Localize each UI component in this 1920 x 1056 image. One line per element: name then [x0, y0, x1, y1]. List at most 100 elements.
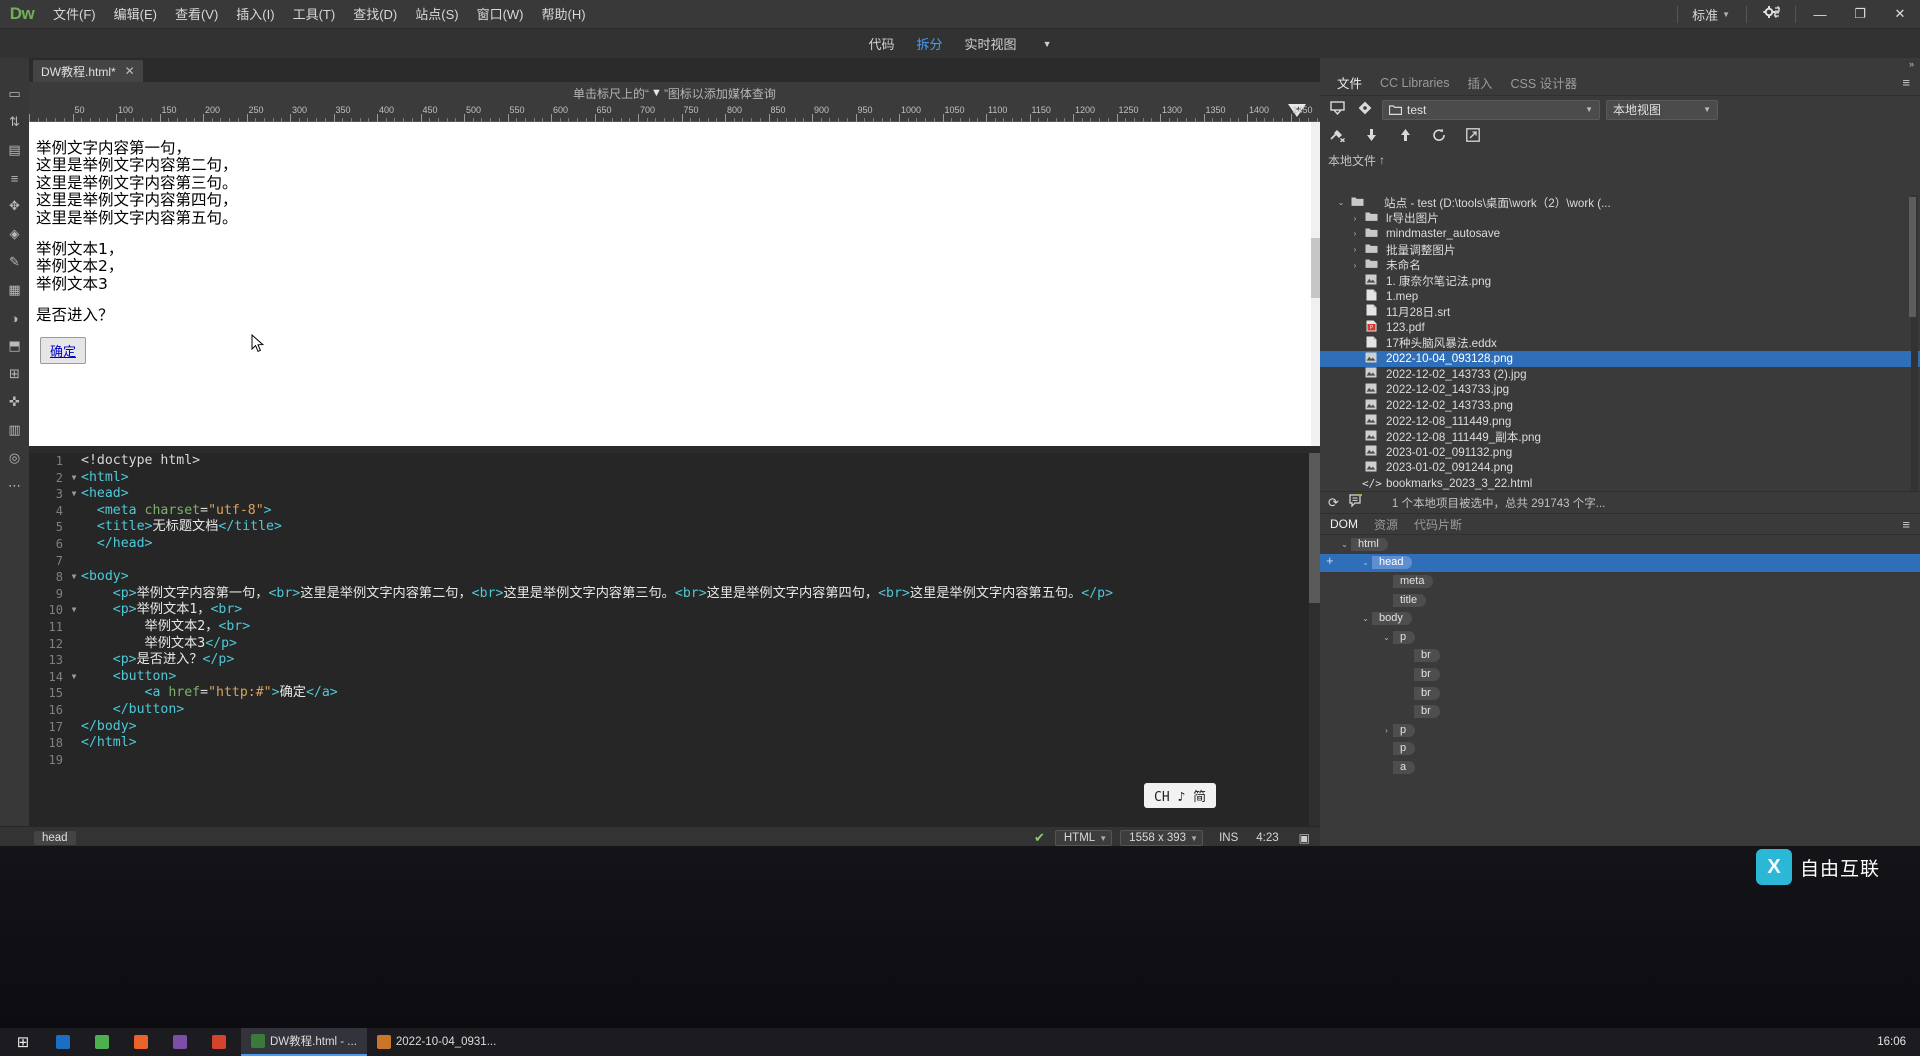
minimize-button[interactable]: — — [1800, 0, 1840, 29]
code-line[interactable]: 9 <p>举例文字内容第一句，<br>这里是举例文字内容第二句，<br>这里是举… — [29, 586, 1320, 603]
refresh-icon[interactable] — [1430, 128, 1448, 145]
dom-node-tag[interactable]: br — [1414, 686, 1440, 700]
panel-menu-icon[interactable]: ≡ — [1902, 75, 1920, 90]
split-divider[interactable] — [29, 446, 1320, 453]
chevron-expanded-icon[interactable]: ⌄ — [1338, 540, 1351, 549]
chevron-expanded-icon[interactable]: ⌄ — [1334, 198, 1348, 207]
indent-icon[interactable]: ✥ — [0, 192, 29, 220]
connect-icon[interactable] — [1328, 128, 1346, 145]
chevron-expanded-icon[interactable]: ⌄ — [1359, 614, 1372, 623]
dom-node-tag[interactable]: br — [1414, 705, 1440, 719]
dom-tree-row[interactable]: br — [1320, 702, 1920, 721]
menu-help[interactable]: 帮助(H) — [533, 0, 595, 29]
chevron-expanded-icon[interactable]: ⌄ — [1380, 633, 1393, 642]
dom-node-tag[interactable]: body — [1372, 612, 1412, 626]
more-options-icon[interactable]: ⋯ — [0, 472, 29, 500]
tab-snippets[interactable]: 代码片断 — [1414, 516, 1462, 533]
git-icon[interactable] — [1354, 101, 1376, 118]
taskbar-clock[interactable]: 16:06 — [1877, 1036, 1920, 1049]
code-line[interactable]: 2 ▼ <html> — [29, 470, 1320, 487]
start-button-icon[interactable]: ⊞ — [0, 1033, 46, 1051]
dom-node-tag[interactable]: a — [1393, 760, 1416, 774]
code-line[interactable]: 15 <a href="http:#">确定</a> — [29, 685, 1320, 702]
file-tree[interactable]: ⌄ 站点 - test (D:\tools\桌面\work（2）\work (.… — [1320, 195, 1920, 491]
file-tree-row[interactable]: 1. 康奈尔笔记法.png — [1320, 273, 1920, 289]
site-definition-icon[interactable] — [1326, 101, 1348, 118]
taskbar-item[interactable] — [46, 1028, 85, 1056]
dom-node-tag[interactable]: br — [1414, 667, 1440, 681]
wrap-tag-icon[interactable]: ▥ — [0, 416, 29, 444]
file-tree-row[interactable]: 11月28日.srt — [1320, 304, 1920, 320]
dom-node-tag[interactable]: html — [1351, 537, 1388, 551]
refresh-icon[interactable]: ⟳ — [1328, 495, 1339, 511]
dom-tree-row[interactable]: br — [1320, 684, 1920, 703]
tab-dom[interactable]: DOM — [1330, 517, 1358, 531]
device-preview-icon[interactable]: ▣ — [1289, 831, 1320, 845]
design-view-scrollbar-thumb[interactable] — [1311, 238, 1320, 298]
chevron-right-icon[interactable]: › — [1348, 261, 1362, 270]
tab-insert[interactable]: 插入 — [1458, 73, 1501, 92]
site-select[interactable]: test ▼ — [1382, 99, 1600, 120]
code-fold-toggle-icon[interactable]: ▼ — [67, 602, 81, 619]
comment-icon[interactable]: ◑ — [0, 304, 29, 332]
maximize-button[interactable]: ❐ — [1840, 0, 1880, 29]
code-editor-scrollbar[interactable] — [1309, 453, 1320, 826]
file-tree-row[interactable]: 1.mep — [1320, 289, 1920, 305]
code-line[interactable]: 5 <title>无标题文档</title> — [29, 519, 1320, 536]
log-icon[interactable] — [1349, 494, 1364, 511]
dom-tree-row[interactable]: meta — [1320, 572, 1920, 591]
file-tree-row[interactable]: 2022-12-02_143733.png — [1320, 398, 1920, 414]
code-line[interactable]: 16 </button> — [29, 702, 1320, 719]
code-editor[interactable]: 1 <!doctype html> 2 ▼ <html> 3 ▼ <head> 4 <meta … — [29, 453, 1320, 826]
gear-icon[interactable] — [1751, 5, 1791, 23]
code-fold-toggle-icon[interactable]: ▼ — [67, 669, 81, 686]
file-tree-row[interactable]: › lr导出图片 — [1320, 211, 1920, 227]
close-icon[interactable]: ✕ — [125, 64, 135, 78]
dom-tree-row[interactable]: br — [1320, 647, 1920, 666]
dom-tree[interactable]: + ⌄ html ⌄ head meta title ⌄ body ⌄ p br br br br › p p a — [1320, 535, 1920, 835]
code-line[interactable]: 11 举例文本2，<br> — [29, 619, 1320, 636]
dom-node-tag[interactable]: head — [1372, 556, 1413, 570]
file-tree-row[interactable]: </> bookmarks_2023_3_22.html — [1320, 476, 1920, 491]
dom-panel-menu-icon[interactable]: ≡ — [1902, 517, 1920, 532]
tag-selector[interactable]: head — [34, 830, 76, 845]
file-tree-row[interactable]: 2022-12-02_143733 (2).jpg — [1320, 367, 1920, 383]
tab-files[interactable]: 文件 — [1328, 73, 1371, 92]
apply-source-icon[interactable]: ✜ — [0, 388, 29, 416]
menu-find[interactable]: 查找(D) — [344, 0, 406, 29]
file-tree-row[interactable]: › 批量调整图片 — [1320, 242, 1920, 258]
window-size-select[interactable]: 1558 x 393 ▼ — [1120, 829, 1204, 846]
dom-tree-row[interactable]: br — [1320, 665, 1920, 684]
dom-node-tag[interactable]: p — [1393, 630, 1416, 644]
tab-code-view[interactable]: 代码 — [869, 34, 895, 53]
dom-tree-row[interactable]: ⌄ head — [1320, 553, 1920, 573]
chevron-right-icon[interactable]: › — [1348, 229, 1362, 238]
menu-site[interactable]: 站点(S) — [406, 0, 467, 29]
code-line[interactable]: 8 ▼ <body> — [29, 569, 1320, 586]
dom-tree-row[interactable]: title — [1320, 591, 1920, 610]
file-tree-scrollbar-thumb[interactable] — [1909, 197, 1916, 317]
document-tab[interactable]: DW教程.html* ✕ — [33, 60, 143, 82]
live-view-chevron-down-icon[interactable]: ▼ — [1043, 39, 1052, 49]
dom-node-tag[interactable]: title — [1393, 593, 1427, 607]
code-line[interactable]: 18 </html> — [29, 735, 1320, 752]
format-block-icon[interactable]: ▤ — [0, 136, 29, 164]
list-icon[interactable]: ≡ — [0, 164, 29, 192]
chevron-down-icon[interactable]: ▼ — [1722, 10, 1742, 19]
dom-tree-row[interactable]: › p — [1320, 721, 1920, 740]
code-editor-scrollbar-thumb[interactable] — [1309, 453, 1320, 603]
doctype-select[interactable]: HTML ▼ — [1054, 829, 1113, 846]
menu-insert[interactable]: 插入(I) — [227, 0, 283, 29]
file-tree-row[interactable]: 2023-01-02_091244.png — [1320, 460, 1920, 476]
code-fold-toggle-icon[interactable]: ▼ — [67, 470, 81, 487]
taskbar-item[interactable] — [202, 1028, 241, 1056]
menu-edit[interactable]: 编辑(E) — [105, 0, 166, 29]
code-line[interactable]: 6 </head> — [29, 536, 1320, 553]
dom-tree-row[interactable]: ⌄ body — [1320, 609, 1920, 628]
expand-icon[interactable]: ⊞ — [0, 360, 29, 388]
file-tree-row[interactable]: 2022-12-08_111449.png — [1320, 413, 1920, 429]
file-manage-icon[interactable]: ⇅ — [0, 108, 29, 136]
menu-view[interactable]: 查看(V) — [166, 0, 227, 29]
dom-node-tag[interactable]: p — [1393, 723, 1416, 737]
tab-assets[interactable]: 资源 — [1374, 516, 1398, 533]
